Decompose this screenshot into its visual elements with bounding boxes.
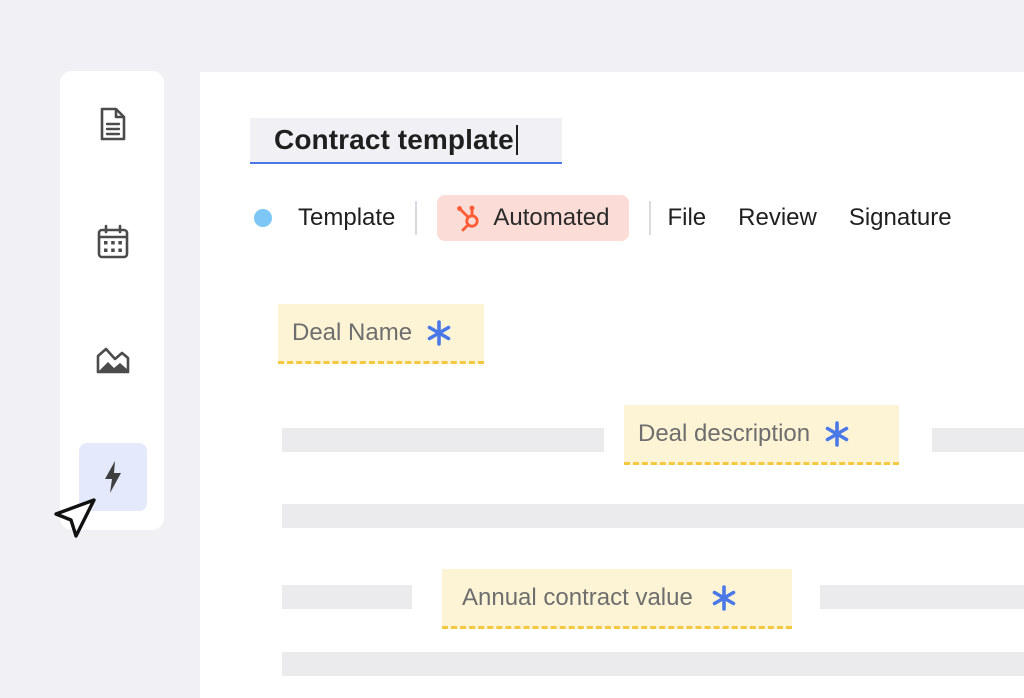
tab-divider <box>415 201 418 235</box>
tab-template[interactable]: Template <box>298 204 395 232</box>
status-dot <box>254 209 272 227</box>
lightning-icon <box>105 461 121 493</box>
tab-signature[interactable]: Signature <box>849 204 952 232</box>
placeholder-text-line <box>282 652 1024 676</box>
required-asterisk-icon <box>712 584 736 611</box>
pointer-cursor-icon <box>54 498 96 538</box>
placeholder-text-line <box>282 428 604 452</box>
calendar-icon <box>97 224 129 259</box>
sidebar-item-images[interactable] <box>79 326 147 394</box>
sidebar-item-calendar[interactable] <box>79 208 147 276</box>
merge-field-label: Deal Name <box>292 318 413 346</box>
merge-field-deal-description[interactable]: Deal description <box>624 405 899 465</box>
sidebar <box>60 71 164 530</box>
tab-divider <box>649 201 652 235</box>
text-caret <box>515 125 518 155</box>
tab-automated-label: Automated <box>493 204 610 231</box>
placeholder-text-line <box>820 585 1024 609</box>
required-asterisk-icon <box>825 420 849 447</box>
document-title: Contract template <box>274 124 514 155</box>
document-tabs: Template Automated File Review Signature <box>254 194 952 242</box>
placeholder-text-line <box>282 585 412 609</box>
merge-field-deal-name[interactable]: Deal Name <box>278 304 484 364</box>
document-editor: Contract template Template Automated Fil… <box>200 72 1024 698</box>
tab-review[interactable]: Review <box>738 204 817 232</box>
sidebar-item-documents[interactable] <box>79 90 147 158</box>
merge-field-annual-contract-value[interactable]: Annual contract value <box>442 569 792 629</box>
placeholder-text-line <box>932 428 1024 452</box>
merge-field-label: Annual contract value <box>462 583 693 611</box>
title-field[interactable]: Contract template <box>250 118 562 164</box>
tab-automated[interactable]: Automated <box>437 195 630 241</box>
placeholder-text-line <box>282 504 1024 528</box>
required-asterisk-icon <box>427 319 451 346</box>
merge-field-label: Deal description <box>638 419 811 447</box>
tab-file[interactable]: File <box>667 204 706 232</box>
image-icon <box>96 347 130 374</box>
document-icon <box>100 107 126 141</box>
hubspot-sprocket-icon <box>457 205 479 232</box>
